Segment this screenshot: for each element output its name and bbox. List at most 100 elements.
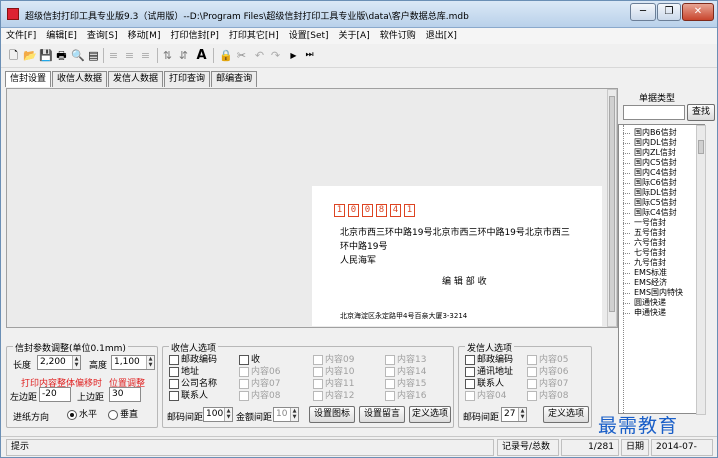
preview-icon[interactable]: 🔍	[71, 49, 85, 62]
tree-item[interactable]: 国内DL信封	[623, 138, 677, 148]
recipient-custom-options-button[interactable]: 定义选项	[409, 406, 451, 423]
recipient-content-checkbox[interactable]: 内容16	[385, 391, 426, 401]
tree-item[interactable]: 国际C4信封	[623, 208, 677, 218]
minimize-button[interactable]: ─	[630, 3, 656, 21]
tree-item[interactable]: 国内ZL信封	[623, 148, 676, 158]
length-stepper[interactable]: 2,200 ▲ ▼	[37, 355, 81, 370]
menu-print-envelope[interactable]: 打印信封[P]	[165, 28, 223, 44]
envelope-preview-area[interactable]: 1 0 0 8 4 1 北京市西三环中路19号北京市西三环中路19号北京市西三 …	[6, 88, 618, 328]
tree-item[interactable]: 五号信封	[623, 228, 666, 238]
tab-zip-query[interactable]: 邮编查询	[211, 71, 258, 87]
undo-icon[interactable]: ↶	[253, 49, 266, 62]
sort-asc-icon[interactable]: ⇅	[161, 49, 174, 62]
open-folder-icon[interactable]: 📂	[23, 49, 37, 62]
sender-custom-options-button[interactable]: 定义选项	[543, 406, 589, 423]
menu-query[interactable]: 查询[S]	[82, 28, 123, 44]
tree-item[interactable]: EMS标准	[622, 268, 667, 278]
recipient-content-checkbox[interactable]: 内容09	[313, 355, 354, 365]
play-icon[interactable]: ▶	[287, 49, 300, 62]
spin-arrows[interactable]: ▲ ▼	[224, 408, 232, 421]
spin-arrows[interactable]: ▲ ▼	[146, 356, 154, 369]
tree-item[interactable]: 国际DL信封	[623, 188, 677, 198]
tree-item[interactable]: EMS国内特快	[622, 288, 683, 298]
tree-item[interactable]: 国际C5信封	[623, 198, 677, 208]
tree-item[interactable]: 圆通快递	[623, 298, 666, 308]
restore-button[interactable]: ❐	[657, 3, 681, 21]
next-end-icon[interactable]: ⏭	[303, 49, 316, 62]
recipient-content-checkbox[interactable]: 内容06	[239, 367, 280, 377]
sender-contact-checkbox[interactable]: 联系人	[465, 379, 504, 389]
sender-content-checkbox[interactable]: 内容08	[527, 391, 568, 401]
spin-arrows[interactable]: ▲ ▼	[518, 408, 526, 421]
tab-envelope-settings[interactable]: 信封设置	[5, 71, 52, 87]
scrollbar-thumb[interactable]	[609, 96, 615, 312]
horizontal-radio[interactable]: 水平	[67, 410, 97, 420]
tab-recipient-data[interactable]: 收信人数据	[52, 71, 108, 87]
recipient-content-checkbox[interactable]: 内容15	[385, 379, 426, 389]
set-message-button[interactable]: 设置留言	[359, 406, 405, 423]
document-type-search-input[interactable]	[623, 105, 685, 120]
sort-desc-icon[interactable]: ⇵	[177, 49, 190, 62]
tree-item[interactable]: 国内B6信封	[623, 128, 677, 138]
redo-icon[interactable]: ↷	[269, 49, 282, 62]
save-icon[interactable]: 💾	[39, 49, 53, 62]
print-icon[interactable]: 🖶	[55, 49, 68, 62]
tree-item[interactable]: 国内C5信封	[623, 158, 677, 168]
recipient-company-checkbox[interactable]: 公司名称	[169, 379, 217, 389]
tab-sender-data[interactable]: 发信人数据	[108, 71, 164, 87]
menu-about[interactable]: 关于[A]	[334, 28, 375, 44]
spin-arrows[interactable]: ▲ ▼	[290, 408, 298, 421]
recipient-content-checkbox[interactable]: 内容07	[239, 379, 280, 389]
document-type-tree[interactable]: 国内B6信封 国内DL信封 国内ZL信封 国内C5信封 国内C4信封 国际C6信…	[618, 124, 705, 414]
tree-item[interactable]: 七号信封	[623, 248, 666, 258]
sender-content-checkbox[interactable]: 内容06	[527, 367, 568, 377]
recipient-content-checkbox[interactable]: 内容08	[239, 391, 280, 401]
set-icon-button[interactable]: 设置图标	[309, 406, 355, 423]
recipient-contact-checkbox[interactable]: 联系人	[169, 391, 208, 401]
tree-item[interactable]: 国内C4信封	[623, 168, 677, 178]
top-margin-input[interactable]: 30	[109, 387, 141, 402]
menu-file[interactable]: 文件[F]	[1, 28, 41, 44]
menu-order[interactable]: 软件订购	[375, 28, 421, 44]
tree-item[interactable]: 国际C6信封	[623, 178, 677, 188]
height-stepper[interactable]: 1,100 ▲ ▼	[111, 355, 155, 370]
align-left-icon[interactable]: ≡	[107, 49, 120, 62]
recipient-receive-checkbox[interactable]: 收	[239, 355, 260, 365]
menu-settings[interactable]: 设置[Set]	[284, 28, 334, 44]
recipient-address-checkbox[interactable]: 地址	[169, 367, 199, 377]
lock-icon[interactable]: 🔒	[219, 49, 233, 62]
recipient-content-checkbox[interactable]: 内容11	[313, 379, 354, 389]
sender-content-checkbox[interactable]: 内容04	[465, 391, 506, 401]
sender-content-checkbox[interactable]: 内容07	[527, 379, 568, 389]
sender-zip-checkbox[interactable]: 邮政编码	[465, 355, 513, 365]
amount-spacing-stepper[interactable]: 10 ▲ ▼	[273, 407, 299, 422]
recipient-zip-checkbox[interactable]: 邮政编码	[169, 355, 217, 365]
tab-print-query[interactable]: 打印查询	[164, 71, 211, 87]
sender-zip-spacing-stepper[interactable]: 27 ▲ ▼	[501, 407, 527, 422]
menu-exit[interactable]: 退出[X]	[421, 28, 462, 44]
tree-item[interactable]: EMS经济	[622, 278, 667, 288]
recipient-content-checkbox[interactable]: 内容12	[313, 391, 354, 401]
close-button[interactable]: ✕	[682, 3, 714, 21]
tree-item[interactable]: 九号信封	[623, 258, 666, 268]
scrollbar-thumb[interactable]	[698, 140, 704, 154]
find-button[interactable]: 查找	[687, 104, 715, 121]
menu-print-other[interactable]: 打印其它[H]	[224, 28, 284, 44]
cut-icon[interactable]: ✂	[235, 49, 248, 62]
green-page-icon[interactable]: ▤	[87, 49, 100, 62]
sender-address-checkbox[interactable]: 通讯地址	[465, 367, 513, 377]
tree-item[interactable]: 六号信封	[623, 238, 666, 248]
font-icon[interactable]: A	[195, 49, 208, 62]
left-margin-input[interactable]: -20	[39, 387, 71, 402]
recipient-zip-spacing-stepper[interactable]: 100 ▲ ▼	[203, 407, 233, 422]
spin-arrows[interactable]: ▲ ▼	[72, 356, 80, 369]
preview-scrollbar[interactable]	[607, 89, 617, 327]
tree-scrollbar[interactable]	[696, 125, 706, 415]
align-center-icon[interactable]: ≡	[123, 49, 136, 62]
menu-move[interactable]: 移动[M]	[123, 28, 166, 44]
tree-item[interactable]: 申通快递	[623, 308, 666, 318]
vertical-radio[interactable]: 垂直	[108, 410, 138, 420]
sender-content-checkbox[interactable]: 内容05	[527, 355, 568, 365]
menu-edit[interactable]: 编辑[E]	[41, 28, 82, 44]
align-right-icon[interactable]: ≡	[139, 49, 152, 62]
